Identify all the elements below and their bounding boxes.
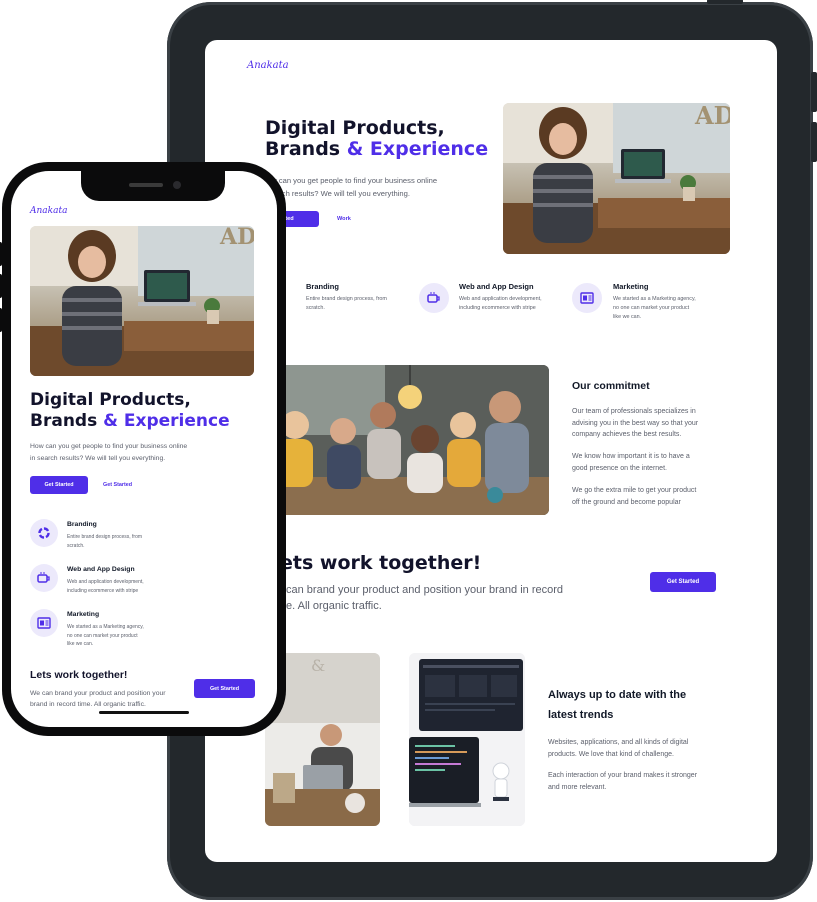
phone-screen: Anakata AD Digital Products, Brands & Ex… [11, 171, 277, 727]
phone-side-button [0, 274, 2, 298]
tablet-side-button [811, 72, 817, 112]
code-photo-illustration [409, 653, 525, 826]
coffee-cup-icon [419, 283, 449, 313]
secondary-get-started-link[interactable]: Get Started [103, 482, 132, 488]
cta-title: ets work together! [280, 552, 482, 574]
team-photo-illustration [265, 365, 549, 515]
commitment-paragraph-2: We know how important it is to have a goo… [572, 453, 690, 472]
coffee-cup-icon [30, 564, 58, 592]
service-marketing: Marketing We started as a Marketing agen… [30, 609, 260, 655]
service-web-app-design: Web and App Design Web and application d… [30, 564, 260, 604]
page-title: Digital Products, Brands & Experience [30, 390, 230, 433]
service-web-app-design: Web and App Design Web and application d… [419, 280, 569, 320]
service-marketing: Marketing We started as a Marketing agen… [572, 280, 722, 328]
title-line-1: Digital Products, [30, 390, 191, 410]
trends-title: Always up to date with the latest trends [548, 689, 687, 721]
svg-text:&: & [311, 656, 325, 675]
code-photo [409, 653, 525, 826]
service-title: Marketing [67, 611, 100, 618]
service-title: Branding [306, 282, 339, 291]
hero-photo: AD [30, 226, 254, 376]
speaker [129, 183, 163, 187]
photo-badge: AD [695, 103, 730, 130]
service-desc: Web and application development, includin… [459, 296, 542, 311]
phone-side-button [0, 242, 2, 266]
cta-text: can brand your product and position your… [286, 584, 564, 612]
logo[interactable]: Anakata [247, 60, 289, 71]
photo-badge: AD [220, 226, 254, 250]
service-title: Web and App Design [67, 566, 135, 573]
service-title: Web and App Design [459, 282, 534, 291]
service-title: Branding [67, 521, 97, 528]
phone-notch [81, 171, 225, 201]
hero-photo: AD [503, 103, 730, 254]
service-title: Marketing [613, 282, 649, 291]
service-desc: Entire brand design process, from scratch… [306, 296, 387, 311]
commitment-title: Our commitmet [572, 380, 650, 392]
work-link[interactable]: Work [337, 216, 351, 222]
service-desc: Entire brand design process, from scratch… [67, 534, 143, 549]
title-line-2: Brands & Experience [265, 137, 489, 160]
title-line-2: Brands & Experience [30, 411, 230, 432]
service-branding: Branding Entire brand design process, fr… [30, 519, 260, 559]
card-icon [572, 283, 602, 313]
service-desc: We started as a Marketing agency, no one … [67, 624, 144, 647]
service-desc: We started as a Marketing agency, no one … [613, 296, 696, 320]
logo[interactable]: Anakata [30, 206, 67, 216]
page-title: Digital Products, Brands & Experience [265, 118, 488, 160]
card-icon [30, 609, 58, 637]
team-photo [265, 365, 549, 515]
tablet-screen: Anakata Digital Products, Brands & Exper… [205, 40, 777, 862]
home-indicator [99, 711, 189, 714]
title-line-1: Digital Products, [265, 117, 445, 139]
get-started-button[interactable]: Get Started [30, 476, 88, 494]
commitment-paragraph-1: Our team of professionals specializes in… [572, 408, 699, 438]
phone-side-button [0, 308, 2, 332]
hero-subtitle: ow can you get people to find your busin… [267, 176, 438, 198]
cta-get-started-button[interactable]: Get Started [194, 679, 255, 698]
camera [173, 181, 181, 189]
service-desc: Web and application development, includin… [67, 579, 144, 594]
tablet-top-button [707, 0, 743, 4]
commitment-paragraph-3: We go the extra mile to get your product… [572, 487, 697, 506]
tablet-side-button [811, 122, 817, 162]
cta-get-started-button[interactable]: Get Started [650, 572, 716, 592]
pie-chart-icon [30, 519, 58, 547]
phone-device: Anakata AD Digital Products, Brands & Ex… [0, 162, 286, 736]
service-branding: Branding Entire brand design process, fr… [247, 280, 405, 320]
cta-text: We can brand your product and position y… [30, 690, 166, 708]
trends-paragraph-2: Each interaction of your brand makes it … [548, 772, 698, 791]
hero-subtitle: How can you get people to find your busi… [30, 443, 188, 462]
cta-title: Lets work together! [30, 669, 128, 681]
trends-paragraph-1: Websites, applications, and all kinds of… [548, 739, 689, 758]
